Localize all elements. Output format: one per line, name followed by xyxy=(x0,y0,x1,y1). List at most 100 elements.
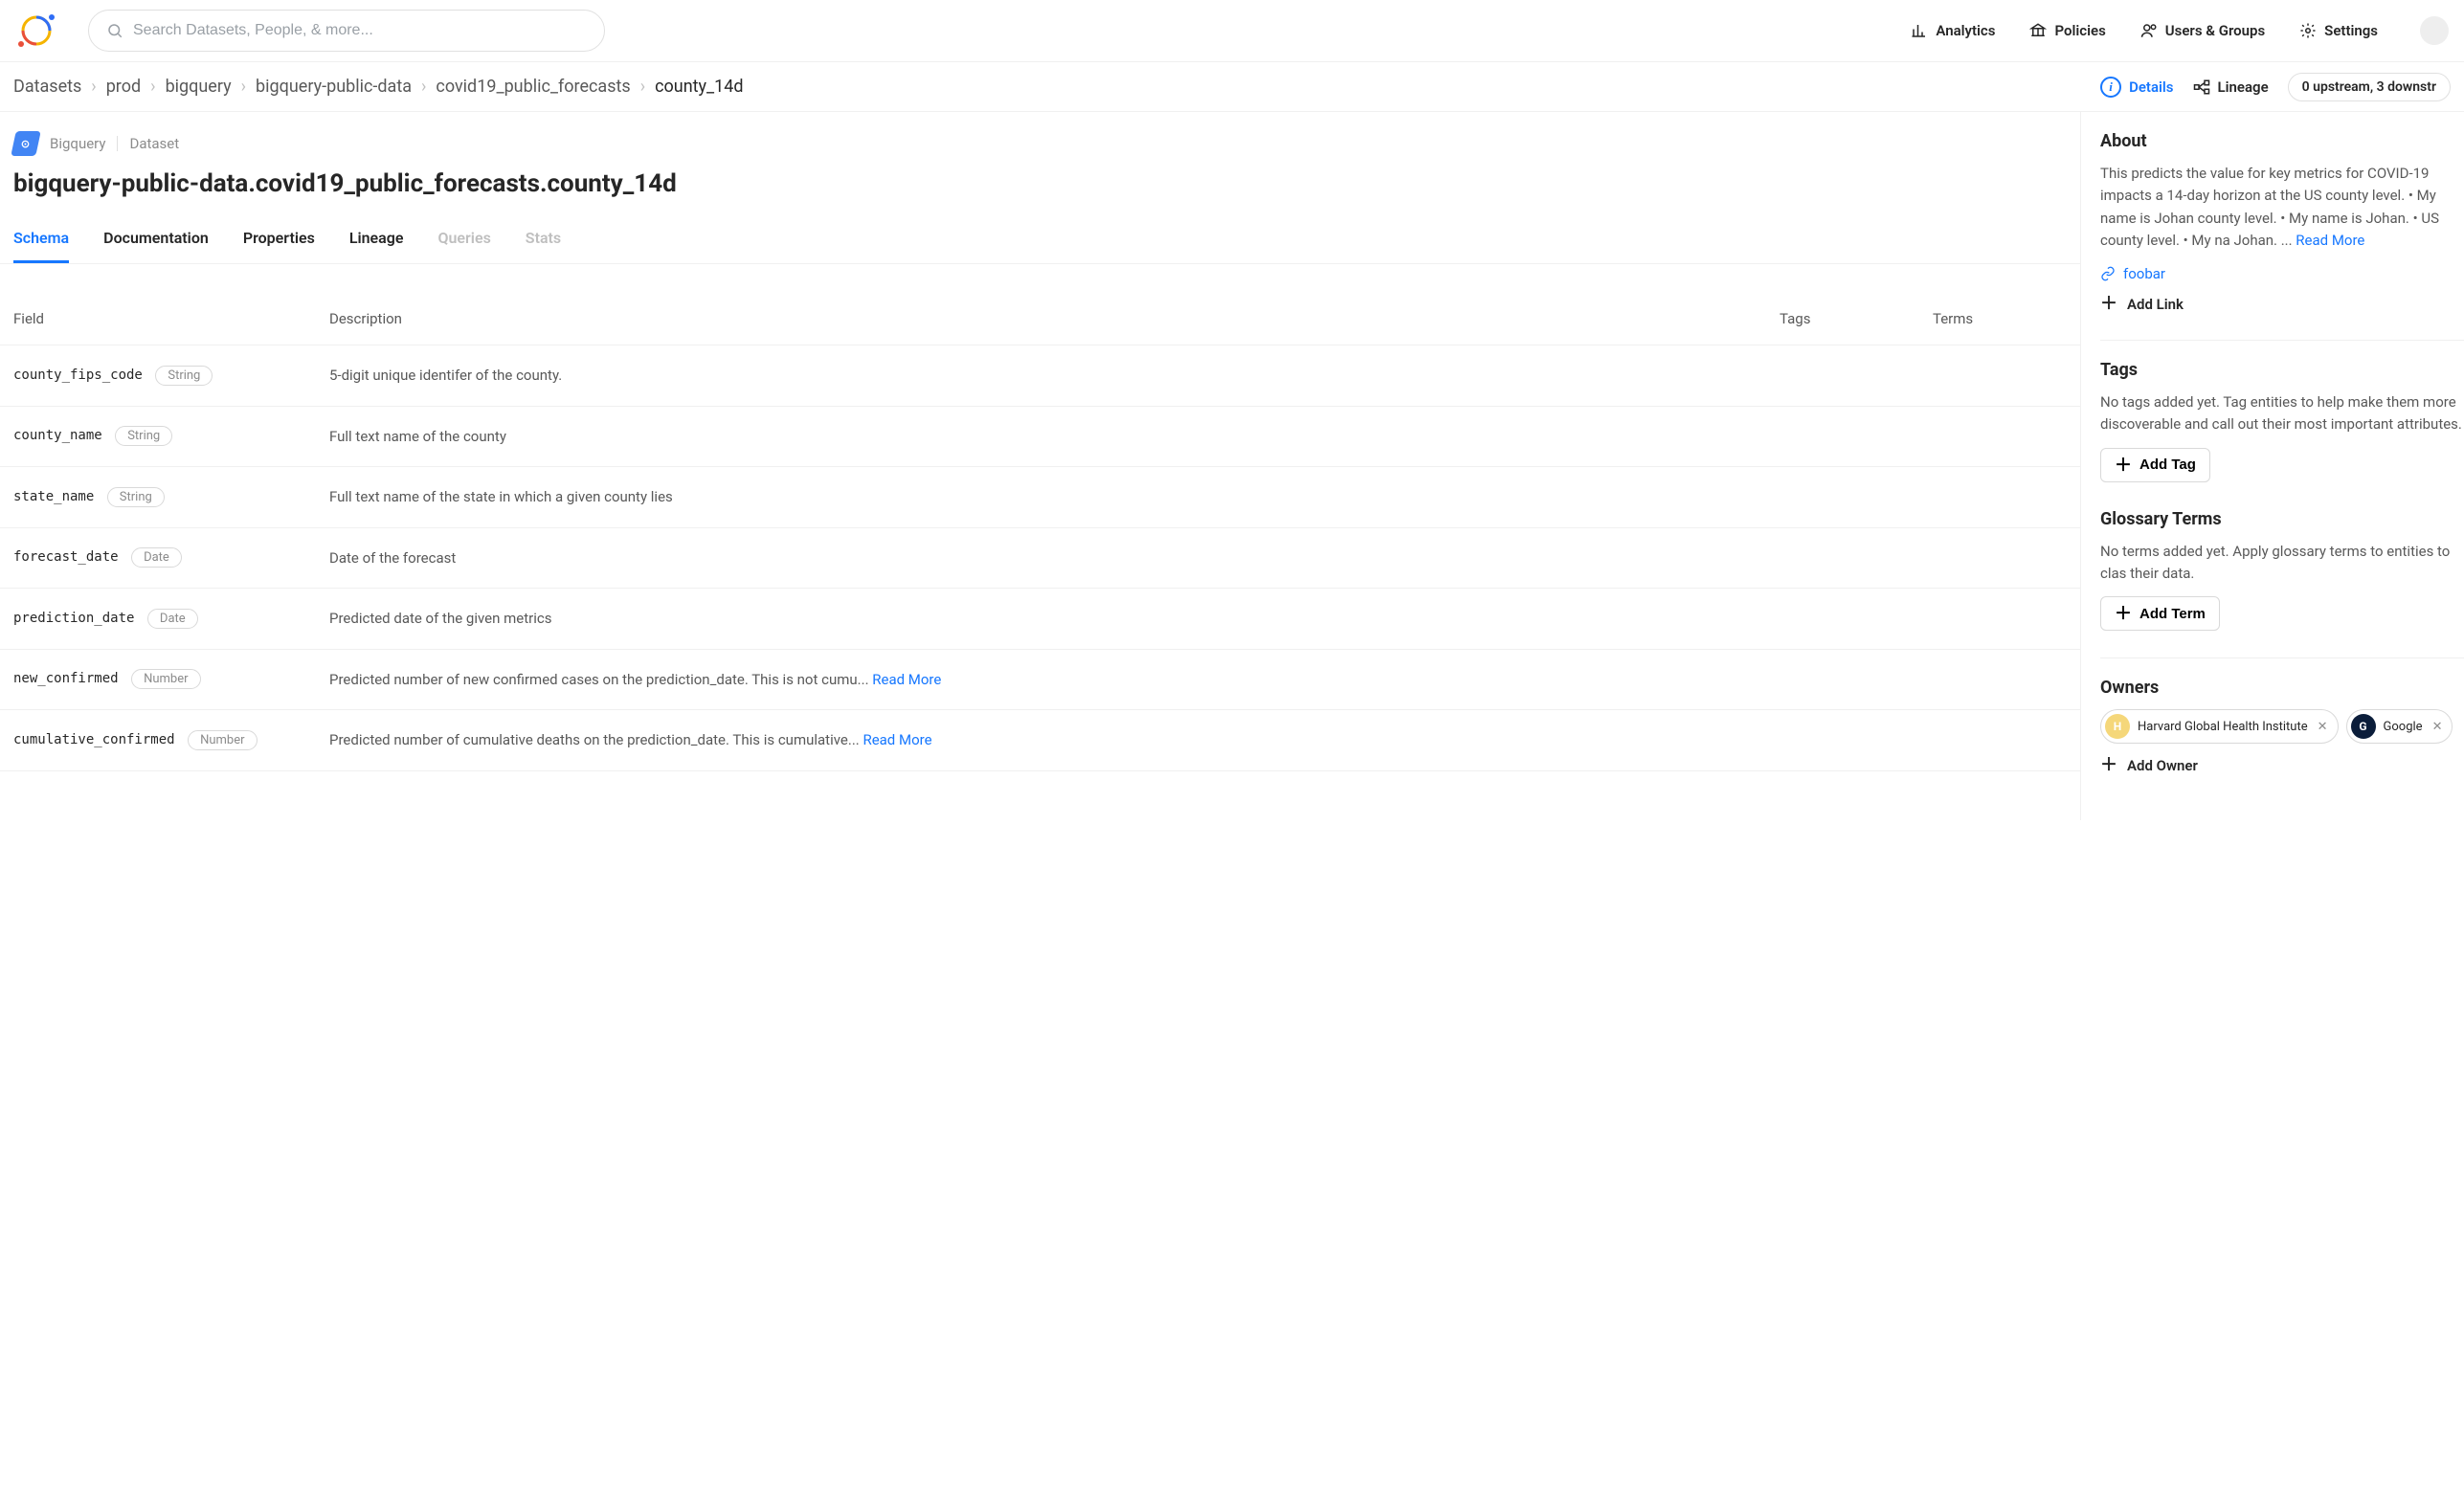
schema-table-header: Field Description Tags Terms xyxy=(0,293,2080,345)
add-link-button[interactable]: ＋ Add Link xyxy=(2100,296,2464,313)
crumb-prod[interactable]: prod xyxy=(106,77,141,97)
link-icon xyxy=(2100,266,2116,281)
tags-empty-text: No tags added yet. Tag entities to help … xyxy=(2100,391,2464,436)
crumb-table[interactable]: county_14d xyxy=(655,77,743,97)
nav-policies-label: Policies xyxy=(2054,22,2105,39)
crumb-dataset[interactable]: covid19_public_forecasts xyxy=(436,77,630,97)
crumb-datasets[interactable]: Datasets xyxy=(13,77,81,97)
nav-links: Analytics Policies Users & Groups Settin… xyxy=(1911,16,2449,45)
users-icon xyxy=(2140,22,2158,39)
add-link-label: Add Link xyxy=(2127,296,2184,313)
field-type-pill: Number xyxy=(188,730,257,750)
field-description: Predicted number of cumulative deaths on… xyxy=(329,729,1780,751)
owner-chip[interactable]: H Harvard Global Health Institute ✕ xyxy=(2100,709,2339,744)
schema-row[interactable]: new_confirmed Number Predicted number of… xyxy=(0,650,2080,711)
schema-row[interactable]: cumulative_confirmed Number Predicted nu… xyxy=(0,710,2080,771)
tab-schema[interactable]: Schema xyxy=(13,221,69,263)
about-external-link[interactable]: foobar xyxy=(2100,265,2464,282)
nav-users-groups[interactable]: Users & Groups xyxy=(2140,22,2265,39)
crumb-project[interactable]: bigquery-public-data xyxy=(256,77,412,97)
field-description: Full text name of the county xyxy=(329,426,1780,448)
add-tag-button[interactable]: ＋ Add Tag xyxy=(2100,448,2210,482)
field-type-pill: Date xyxy=(131,547,182,568)
field-description: Date of the forecast xyxy=(329,547,1780,569)
plus-icon: ＋ xyxy=(2115,605,2132,622)
about-heading: About xyxy=(2100,131,2464,151)
tab-documentation[interactable]: Documentation xyxy=(103,221,209,263)
lineage-toggle[interactable]: Lineage xyxy=(2193,78,2269,96)
owner-name: Harvard Global Health Institute xyxy=(2138,720,2308,734)
add-term-button[interactable]: ＋ Add Term xyxy=(2100,596,2220,631)
add-owner-label: Add Owner xyxy=(2127,757,2198,774)
header-terms: Terms xyxy=(1933,310,2067,327)
plus-icon: ＋ xyxy=(2100,757,2117,774)
nav-analytics[interactable]: Analytics xyxy=(1911,22,1995,39)
details-label: Details xyxy=(2129,78,2173,96)
nav-policies[interactable]: Policies xyxy=(2029,22,2105,39)
schema-row[interactable]: forecast_date Date Date of the forecast xyxy=(0,528,2080,590)
nav-settings[interactable]: Settings xyxy=(2299,22,2378,39)
breadcrumb: Datasets › prod › bigquery › bigquery-pu… xyxy=(13,77,744,97)
add-owner-button[interactable]: ＋ Add Owner xyxy=(2100,757,2464,774)
glossary-empty-text: No terms added yet. Apply glossary terms… xyxy=(2100,541,2464,586)
search-input[interactable] xyxy=(133,22,587,39)
search-icon xyxy=(106,22,123,39)
nav-analytics-label: Analytics xyxy=(1936,22,1995,39)
chevron-right-icon: › xyxy=(91,77,96,97)
page-title: bigquery-public-data.covid19_public_fore… xyxy=(13,169,2067,198)
remove-owner-icon[interactable]: ✕ xyxy=(2432,720,2443,734)
field-type-pill: Number xyxy=(131,669,200,689)
bar-chart-icon xyxy=(1911,22,1928,39)
schema-row[interactable]: county_name String Full text name of the… xyxy=(0,407,2080,468)
schema-row[interactable]: county_fips_code String 5-digit unique i… xyxy=(0,345,2080,407)
field-type-pill: String xyxy=(115,426,172,446)
about-link-label: foobar xyxy=(2123,265,2165,282)
field-description: Full text name of the state in which a g… xyxy=(329,486,1780,508)
field-type-pill: Date xyxy=(147,609,198,629)
tab-properties[interactable]: Properties xyxy=(243,221,315,263)
header-tags: Tags xyxy=(1780,310,1933,327)
divider xyxy=(2100,657,2464,658)
field-name: county_fips_code xyxy=(13,368,143,383)
search-input-wrap[interactable] xyxy=(88,10,605,52)
remove-owner-icon[interactable]: ✕ xyxy=(2318,720,2328,734)
breadcrumb-actions: i Details Lineage 0 upstream, 3 downstr xyxy=(2100,73,2451,101)
field-type-pill: String xyxy=(107,487,165,507)
field-name: state_name xyxy=(13,489,94,504)
owner-avatar: H xyxy=(2105,714,2130,739)
user-avatar[interactable] xyxy=(2420,16,2449,45)
add-tag-label: Add Tag xyxy=(2139,457,2196,473)
entity-tabs: Schema Documentation Properties Lineage … xyxy=(0,221,2080,264)
crumb-bigquery[interactable]: bigquery xyxy=(166,77,232,97)
plus-icon: ＋ xyxy=(2115,457,2132,474)
details-toggle[interactable]: i Details xyxy=(2100,77,2173,98)
info-icon: i xyxy=(2100,77,2121,98)
owner-name: Google xyxy=(2384,720,2423,734)
tab-queries: Queries xyxy=(437,221,490,263)
divider xyxy=(2100,340,2464,341)
app-logo[interactable] xyxy=(15,10,57,52)
lineage-icon xyxy=(2193,78,2210,96)
about-text: This predicts the value for key metrics … xyxy=(2100,163,2464,252)
schema-row[interactable]: state_name String Full text name of the … xyxy=(0,467,2080,528)
field-description: Predicted date of the given metrics xyxy=(329,608,1780,630)
field-name: new_confirmed xyxy=(13,671,119,686)
tags-heading: Tags xyxy=(2100,360,2464,380)
read-more-link[interactable]: Read More xyxy=(872,671,941,688)
glossary-heading: Glossary Terms xyxy=(2100,509,2464,529)
field-name: forecast_date xyxy=(13,549,119,565)
field-name: cumulative_confirmed xyxy=(13,732,175,747)
gear-icon xyxy=(2299,22,2317,39)
divider xyxy=(117,136,118,151)
owner-chip[interactable]: G Google ✕ xyxy=(2346,709,2453,744)
stream-count-pill[interactable]: 0 upstream, 3 downstr xyxy=(2288,73,2451,101)
read-more-link[interactable]: Read More xyxy=(862,731,931,748)
field-description: Predicted number of new confirmed cases … xyxy=(329,669,1780,691)
about-read-more[interactable]: Read More xyxy=(2296,232,2364,249)
tab-lineage[interactable]: Lineage xyxy=(349,221,404,263)
chevron-right-icon: › xyxy=(640,77,645,97)
add-term-label: Add Term xyxy=(2139,606,2206,622)
schema-row[interactable]: prediction_date Date Predicted date of t… xyxy=(0,589,2080,650)
field-type-pill: String xyxy=(155,366,213,386)
breadcrumb-bar: Datasets › prod › bigquery › bigquery-pu… xyxy=(0,62,2464,112)
